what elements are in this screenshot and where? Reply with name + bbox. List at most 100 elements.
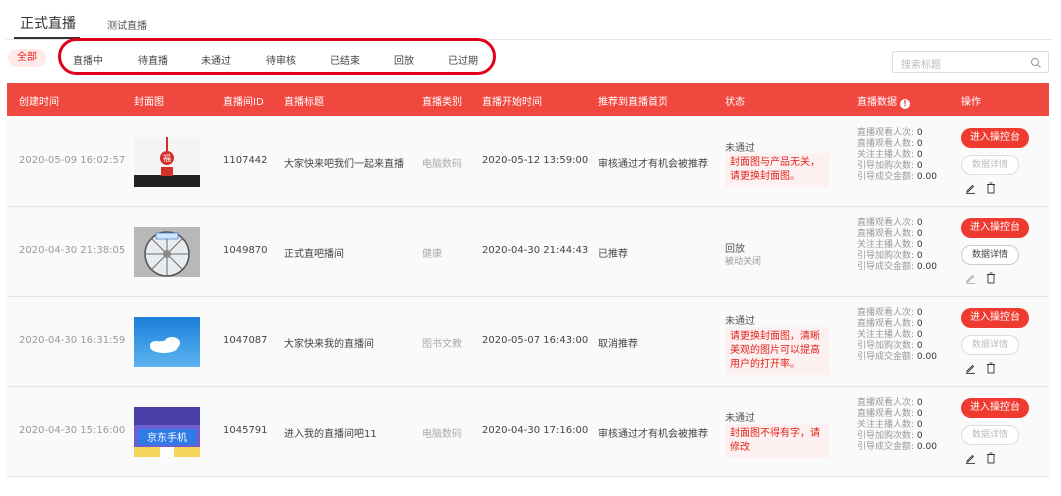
- stat-label: 引导加购次数:: [857, 161, 915, 171]
- stat-label: 直播观看人次:: [857, 218, 915, 228]
- stat-label: 直播观看人数:: [857, 319, 915, 329]
- created-time: 2020-05-09 16:02:57: [19, 155, 126, 166]
- edit-icon[interactable]: [965, 453, 976, 464]
- live-stats: 直播观看人次: 0 直播观看人数: 0 关注主播人数: 0 引导加购次数: 0 …: [857, 308, 937, 363]
- stat-label: 直播观看人数:: [857, 229, 915, 239]
- top-tab-bar: 正式直播 测试直播: [6, 0, 1052, 40]
- edit-icon[interactable]: [965, 183, 976, 194]
- live-stats: 直播观看人次: 0 直播观看人数: 0 关注主播人数: 0 引导加购次数: 0 …: [857, 398, 937, 453]
- stat-value: 0: [916, 229, 923, 239]
- col-room-id: 直播间ID: [223, 97, 264, 108]
- table-row: 2020-05-09 16:02:57 福 1107442 大家快来吧我们一起来…: [7, 117, 1049, 207]
- stat-label: 关注主播人数:: [857, 330, 915, 340]
- table-row: 2020-04-30 15:16:00 京东手机 1045791 进入我的直播间…: [7, 387, 1049, 477]
- search-icon[interactable]: [1030, 57, 1042, 69]
- cover-image[interactable]: [134, 227, 200, 277]
- filter-ended[interactable]: 已结束: [330, 52, 360, 67]
- stat-value: 0.00: [916, 352, 937, 362]
- col-live-data: 直播数据!: [857, 93, 910, 109]
- table-header: 创建时间 封面图 直播间ID 直播标题 直播类别 直播开始时间 推荐到直播首页 …: [7, 83, 1049, 116]
- col-recommend: 推荐到直播首页: [598, 97, 668, 108]
- filter-live[interactable]: 直播中: [73, 52, 103, 67]
- search-placeholder: 搜索标题: [901, 60, 941, 71]
- col-created: 创建时间: [19, 97, 59, 108]
- search-input[interactable]: 搜索标题: [892, 51, 1049, 73]
- edit-icon[interactable]: [965, 363, 976, 374]
- stat-label: 直播观看人数:: [857, 139, 915, 149]
- enter-console-button[interactable]: 进入操控台: [961, 308, 1029, 328]
- info-icon[interactable]: !: [900, 99, 910, 109]
- filter-replay[interactable]: 回放: [394, 52, 414, 67]
- stat-value: 0.00: [916, 172, 937, 182]
- start-time: 2020-04-30 17:16:00: [482, 425, 589, 436]
- filter-upcoming[interactable]: 待直播: [138, 52, 168, 67]
- stat-value: 0: [916, 409, 923, 419]
- cover-image[interactable]: 京东手机: [134, 407, 200, 457]
- live-stats: 直播观看人次: 0 直播观看人数: 0 关注主播人数: 0 引导加购次数: 0 …: [857, 128, 937, 183]
- room-id: 1047087: [223, 335, 268, 346]
- stat-value: 0.00: [916, 442, 937, 452]
- col-live-data-label: 直播数据: [857, 97, 897, 108]
- created-time: 2020-04-30 15:16:00: [19, 425, 126, 436]
- stat-label: 直播观看人数:: [857, 409, 915, 419]
- table-row: 2020-04-30 21:38:05 1049870 正式直吧播间 健康 20…: [7, 207, 1049, 297]
- tab-formal-live[interactable]: 正式直播: [20, 13, 76, 33]
- data-details-button[interactable]: 数据详情: [961, 335, 1019, 355]
- status-label: 回放: [725, 244, 745, 255]
- created-time: 2020-04-30 16:31:59: [19, 335, 126, 346]
- stat-label: 直播观看人次:: [857, 398, 915, 408]
- trash-icon[interactable]: [986, 362, 996, 374]
- data-details-button[interactable]: 数据详情: [961, 245, 1019, 265]
- created-time: 2020-04-30 21:38:05: [19, 245, 126, 256]
- col-category: 直播类别: [422, 97, 462, 108]
- status-label: 未通过: [725, 316, 755, 327]
- tab-test-live[interactable]: 测试直播: [107, 17, 147, 32]
- status-label: 未通过: [725, 413, 755, 424]
- live-category: 图书文教: [422, 339, 462, 350]
- data-details-button[interactable]: 数据详情: [961, 155, 1019, 175]
- filter-pending[interactable]: 待审核: [266, 52, 296, 67]
- live-category: 健康: [422, 249, 442, 260]
- live-stats: 直播观看人次: 0 直播观看人数: 0 关注主播人数: 0 引导加购次数: 0 …: [857, 218, 937, 273]
- filter-rejected[interactable]: 未通过: [201, 52, 231, 67]
- stat-value: 0: [916, 319, 923, 329]
- room-id: 1049870: [223, 245, 268, 256]
- stat-label: 引导加购次数:: [857, 251, 915, 261]
- status-label: 未通过: [725, 143, 755, 154]
- stat-label: 引导加购次数:: [857, 431, 915, 441]
- cover-image[interactable]: 福: [134, 137, 200, 187]
- trash-icon[interactable]: [986, 452, 996, 464]
- data-details-button[interactable]: 数据详情: [961, 425, 1019, 445]
- enter-console-button[interactable]: 进入操控台: [961, 398, 1029, 418]
- col-status: 状态: [725, 97, 745, 108]
- col-cover: 封面图: [134, 97, 164, 108]
- edit-icon[interactable]: [965, 273, 976, 284]
- stat-value: 0: [916, 150, 923, 160]
- stat-value: 0: [916, 161, 923, 171]
- stat-value: 0: [916, 218, 923, 228]
- status-sub: 被动关闭: [725, 257, 762, 267]
- stat-label: 引导成交金额:: [857, 172, 915, 182]
- reject-reason: 封面图不得有字，请修改: [725, 424, 829, 458]
- live-title: 进入我的直播间吧11: [284, 429, 377, 440]
- trash-icon[interactable]: [986, 272, 996, 284]
- start-time: 2020-05-07 16:43:00: [482, 335, 589, 346]
- filter-all[interactable]: 全部: [8, 49, 46, 67]
- filter-expired[interactable]: 已过期: [448, 52, 478, 67]
- stat-value: 0: [916, 128, 923, 138]
- stat-value: 0: [916, 139, 923, 149]
- room-id: 1107442: [223, 155, 268, 166]
- cover-banner-text: 京东手机: [147, 431, 187, 444]
- reject-reason: 请更换封面图，清晰美观的图片可以提高用户的打开率。: [725, 327, 829, 375]
- col-start-time: 直播开始时间: [482, 97, 542, 108]
- cover-sign-text: 福: [163, 154, 171, 163]
- enter-console-button[interactable]: 进入操控台: [961, 128, 1029, 148]
- live-category: 电脑数码: [422, 159, 462, 170]
- cover-image[interactable]: [134, 317, 200, 367]
- stat-label: 直播观看人次:: [857, 308, 915, 318]
- enter-console-button[interactable]: 进入操控台: [961, 218, 1029, 238]
- trash-icon[interactable]: [986, 182, 996, 194]
- live-title: 正式直吧播间: [284, 249, 344, 260]
- recommend-status: 已推荐: [598, 249, 628, 260]
- reject-reason: 封面图与产品无关，请更换封面图。: [725, 153, 829, 187]
